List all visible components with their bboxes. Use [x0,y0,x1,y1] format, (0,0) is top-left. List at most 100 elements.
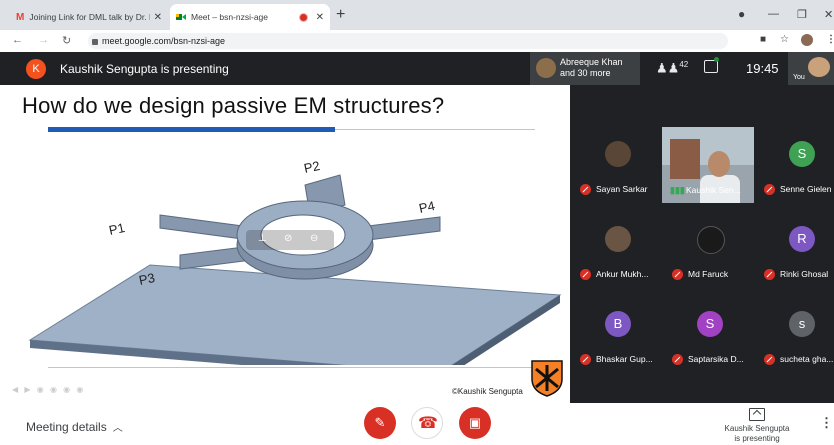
meeting-details-button[interactable]: Meeting details ︿ [26,419,123,434]
avatar [605,226,631,252]
mic-off-icon [672,354,683,365]
profile-dot-icon[interactable]: ● [738,7,745,21]
tab-gmail[interactable]: M Joining Link for DML talk by Dr. Kau ✕ [10,4,168,30]
participant-name: Ankur Mukh... [596,269,649,279]
participant-tile[interactable]: Sayan Sarkar [574,127,662,206]
participant-tile[interactable]: S Senne Gielen [758,127,834,206]
participant-tile-active-speaker[interactable]: ▮▮▮ Kaushik Sen... [662,127,754,203]
participants-summary[interactable]: Abreeque Khan and 30 more [530,52,640,85]
participant-name: Rinki Ghosal [780,269,829,279]
avatar [708,151,730,177]
em-structure-figure: P1 P2 P3 P4 [28,158,562,365]
clock: 19:45 [746,61,779,76]
lock-icon [92,38,98,45]
speaking-indicator-icon: ▮▮▮ [670,185,685,195]
presenting-name: Kaushik Sengupta [724,424,790,433]
mute-icon[interactable]: ⊘ [284,233,292,244]
participant-name: Md Faruck [688,269,729,279]
mic-off-icon: ✎ [374,415,386,430]
close-tab-icon[interactable]: ✕ [316,12,324,23]
self-label: You [793,74,805,81]
url-text: meet.google.com/bsn-nzsi-age [102,36,226,46]
participant-tile[interactable]: B Bhaskar Gup... [574,297,662,376]
slide-nav-controls[interactable]: ◀ ▶ ◉ ◉ ◉ ◉ [12,385,85,394]
slide-credit: ©Kaushik Sengupta [452,387,523,396]
slide-title-bar [48,127,335,132]
avatar: S [697,311,723,337]
presentation-slide: How do we design passive EM structures? … [0,85,570,403]
presenting-label: is presenting [734,434,780,443]
people-button[interactable]: ♟♟42 [656,60,688,76]
port-label-p2: P2 [303,158,322,176]
browser-tab-strip: M Joining Link for DML talk by Dr. Kau ✕… [0,0,834,30]
port-label-p1: P1 [108,220,127,238]
close-window-icon[interactable]: ✕ [824,8,833,21]
gmail-icon: M [16,11,25,23]
meet-icon [176,14,186,20]
mic-off-icon [580,354,591,365]
mic-off-icon [764,354,775,365]
slide-footer-divider [48,367,535,368]
pinned-tile-controls[interactable]: ⊥ ⊘ ⊖ [246,230,334,250]
camera-toggle-button[interactable]: ▣ [459,407,491,439]
recording-indicator-icon [298,12,308,22]
present-now-icon[interactable] [749,408,765,421]
presenting-banner: Kaushik Sengupta is presenting [60,62,229,76]
summary-name: Abreeque Khan [560,57,623,67]
participant-name: Senne Gielen [780,184,832,194]
chevron-up-icon: ︿ [112,423,123,434]
avatar: B [605,311,631,337]
back-icon[interactable]: ← [12,34,23,46]
bookmark-star-icon[interactable]: ☆ [780,34,789,45]
self-view[interactable]: You [788,52,834,85]
avatar [808,57,830,77]
participant-name: Bhaskar Gup... [596,354,653,364]
avatar [605,141,631,167]
presenter-avatar: K [26,59,46,79]
mic-off-icon [580,269,591,280]
address-bar: ← → ↻ meet.google.com/bsn-nzsi-age ■ ☆ ⋮ [0,30,834,53]
remove-icon[interactable]: ⊖ [310,233,318,244]
mic-off-icon [764,184,775,195]
participant-tile[interactable]: s sucheta gha... [758,297,834,376]
camera-off-icon: ▣ [468,415,482,430]
meeting-control-bar: Meeting details ︿ ✎ ☎ ▣ Kaushik Sengupta … [0,403,834,445]
slide-divider [335,129,535,130]
forward-icon[interactable]: → [38,34,49,46]
port-label-p4: P4 [418,198,437,216]
people-icon: ♟♟ [656,60,680,76]
participant-name: Saptarsika D... [688,354,744,364]
microphone-toggle-button[interactable]: ✎ [364,407,396,439]
people-count: 42 [679,60,689,69]
university-crest-icon [531,360,563,397]
summary-more: and 30 more [560,68,611,78]
url-field[interactable]: meet.google.com/bsn-nzsi-age [88,33,728,49]
participant-tile[interactable]: Ankur Mukh... [574,212,662,291]
participant-tile[interactable]: S Saptarsika D... [666,297,754,376]
close-tab-icon[interactable]: ✕ [154,12,162,23]
reload-icon[interactable]: ↻ [62,34,71,47]
mic-off-icon [580,184,591,195]
presenting-status[interactable]: Kaushik Sengupta is presenting [712,424,802,444]
camera-indicator-icon[interactable]: ■ [760,34,766,45]
pin-icon[interactable]: ⊥ [258,233,267,244]
meeting-details-label: Meeting details [26,420,107,434]
leave-call-button[interactable]: ☎ [411,407,443,439]
participant-tile[interactable]: R Rinki Ghosal [758,212,834,291]
menu-dots-icon[interactable]: ⋮ [826,34,834,45]
avatar: R [789,226,815,252]
minimize-icon[interactable]: — [768,8,779,20]
profile-avatar[interactable] [801,34,813,46]
participant-tile[interactable]: Md Faruck [666,212,754,291]
tab-meet[interactable]: Meet – bsn-nzsi-age ✕ [170,4,330,30]
tab-title: Meet – bsn-nzsi-age [191,12,269,22]
mic-off-icon [672,269,683,280]
avatar [536,58,556,78]
more-options-icon[interactable]: ⋮ [820,415,833,431]
new-tab-icon[interactable]: + [336,6,345,24]
maximize-icon[interactable]: ❐ [797,8,807,21]
participant-name: Kaushik Sen... [686,185,741,195]
avatar: s [789,311,815,337]
avatar [697,226,725,254]
avatar: S [789,141,815,167]
